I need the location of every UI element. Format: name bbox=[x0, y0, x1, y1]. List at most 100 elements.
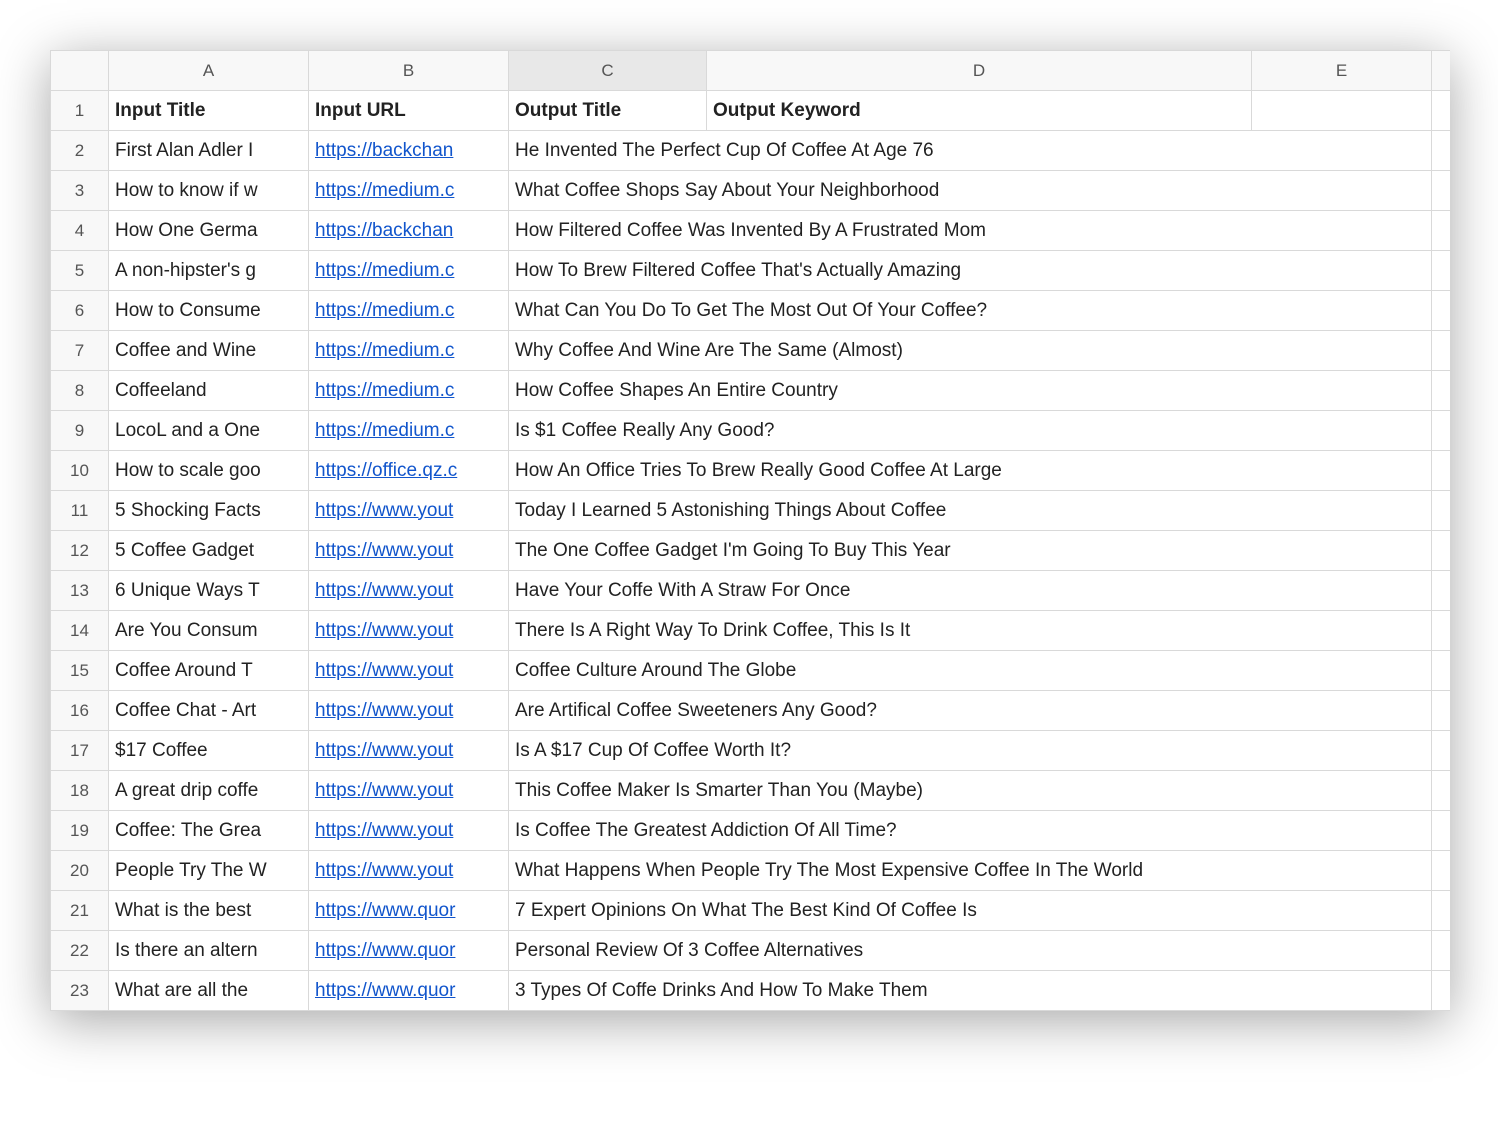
cell[interactable]: What Can You Do To Get The Most Out Of Y… bbox=[509, 291, 707, 331]
cell[interactable]: How Coffee Shapes An Entire Country bbox=[509, 371, 707, 411]
cell[interactable] bbox=[1432, 291, 1451, 331]
url-link[interactable]: https://www.yout bbox=[315, 540, 453, 561]
cell[interactable]: Why Coffee And Wine Are The Same (Almost… bbox=[509, 331, 707, 371]
row-header[interactable]: 23 bbox=[51, 971, 109, 1011]
cell[interactable] bbox=[1252, 291, 1432, 331]
cell[interactable]: A non-hipster's g bbox=[109, 251, 309, 291]
col-header-f[interactable]: F bbox=[1432, 51, 1451, 91]
cell[interactable] bbox=[1252, 651, 1432, 691]
cell[interactable] bbox=[1432, 651, 1451, 691]
cell[interactable]: He Invented The Perfect Cup Of Coffee At… bbox=[509, 131, 707, 171]
cell[interactable]: 7 Expert Opinions On What The Best Kind … bbox=[509, 891, 707, 931]
cell[interactable] bbox=[1432, 371, 1451, 411]
cell[interactable] bbox=[1432, 731, 1451, 771]
cell[interactable] bbox=[1252, 211, 1432, 251]
cell[interactable]: People Try The W bbox=[109, 851, 309, 891]
col-header-b[interactable]: B bbox=[309, 51, 509, 91]
cell[interactable]: https://www.yout bbox=[309, 571, 509, 611]
cell[interactable] bbox=[1252, 691, 1432, 731]
row-header[interactable]: 8 bbox=[51, 371, 109, 411]
cell[interactable] bbox=[1252, 131, 1432, 171]
cell[interactable] bbox=[1432, 851, 1451, 891]
cell[interactable] bbox=[707, 411, 1252, 451]
row-header[interactable]: 4 bbox=[51, 211, 109, 251]
cell[interactable]: Coffeeland bbox=[109, 371, 309, 411]
cell[interactable]: Coffee Around T bbox=[109, 651, 309, 691]
cell[interactable]: https://www.quor bbox=[309, 891, 509, 931]
cell[interactable]: First Alan Adler I bbox=[109, 131, 309, 171]
row-header[interactable]: 20 bbox=[51, 851, 109, 891]
cell[interactable] bbox=[1252, 851, 1432, 891]
url-link[interactable]: https://www.quor bbox=[315, 980, 455, 1001]
cell[interactable] bbox=[1252, 171, 1432, 211]
cell[interactable]: 5 Shocking Facts bbox=[109, 491, 309, 531]
cell[interactable]: How to Consume bbox=[109, 291, 309, 331]
url-link[interactable]: https://www.yout bbox=[315, 580, 453, 601]
cell[interactable] bbox=[1252, 251, 1432, 291]
url-link[interactable]: https://office.qz.c bbox=[315, 460, 457, 481]
cell[interactable]: LocoL and a One bbox=[109, 411, 309, 451]
cell[interactable]: Input Title bbox=[109, 91, 309, 131]
row-header[interactable]: 9 bbox=[51, 411, 109, 451]
cell[interactable]: https://www.yout bbox=[309, 491, 509, 531]
cell[interactable]: https://medium.c bbox=[309, 331, 509, 371]
url-link[interactable]: https://www.yout bbox=[315, 660, 453, 681]
url-link[interactable]: https://backchan bbox=[315, 220, 453, 241]
cell[interactable]: Coffee and Wine bbox=[109, 331, 309, 371]
cell[interactable]: https://www.yout bbox=[309, 531, 509, 571]
cell[interactable]: https://medium.c bbox=[309, 251, 509, 291]
cell[interactable]: Is there an altern bbox=[109, 931, 309, 971]
url-link[interactable]: https://www.yout bbox=[315, 780, 453, 801]
cell[interactable] bbox=[1252, 451, 1432, 491]
url-link[interactable]: https://medium.c bbox=[315, 340, 454, 361]
cell[interactable] bbox=[1432, 971, 1451, 1011]
cell[interactable]: How Filtered Coffee Was Invented By A Fr… bbox=[509, 211, 707, 251]
cell[interactable] bbox=[1432, 251, 1451, 291]
cell[interactable]: https://medium.c bbox=[309, 291, 509, 331]
cell[interactable] bbox=[1252, 411, 1432, 451]
row-header[interactable]: 14 bbox=[51, 611, 109, 651]
cell[interactable]: What Happens When People Try The Most Ex… bbox=[509, 851, 707, 891]
cell[interactable] bbox=[1432, 171, 1451, 211]
row-header[interactable]: 5 bbox=[51, 251, 109, 291]
row-header[interactable]: 11 bbox=[51, 491, 109, 531]
url-link[interactable]: https://www.yout bbox=[315, 740, 453, 761]
cell[interactable]: https://medium.c bbox=[309, 371, 509, 411]
cell[interactable] bbox=[1432, 91, 1451, 131]
cell[interactable]: Is Coffee The Greatest Addiction Of All … bbox=[509, 811, 707, 851]
cell[interactable] bbox=[1252, 331, 1432, 371]
cell[interactable]: https://www.yout bbox=[309, 611, 509, 651]
cell[interactable]: 5 Coffee Gadget bbox=[109, 531, 309, 571]
cell[interactable] bbox=[1432, 131, 1451, 171]
row-header[interactable]: 10 bbox=[51, 451, 109, 491]
cell[interactable] bbox=[1252, 811, 1432, 851]
cell[interactable] bbox=[1252, 971, 1432, 1011]
cell[interactable] bbox=[1252, 891, 1432, 931]
row-header[interactable]: 18 bbox=[51, 771, 109, 811]
cell[interactable]: How One Germa bbox=[109, 211, 309, 251]
row-header[interactable]: 3 bbox=[51, 171, 109, 211]
cell[interactable] bbox=[1252, 731, 1432, 771]
row-header[interactable]: 6 bbox=[51, 291, 109, 331]
cell[interactable]: Personal Review Of 3 Coffee Alternatives bbox=[509, 931, 707, 971]
cell[interactable]: Output Title bbox=[509, 91, 707, 131]
cell[interactable]: https://www.yout bbox=[309, 691, 509, 731]
cell[interactable]: What is the best bbox=[109, 891, 309, 931]
cell[interactable]: Is $1 Coffee Really Any Good? bbox=[509, 411, 707, 451]
cell[interactable]: What Coffee Shops Say About Your Neighbo… bbox=[509, 171, 707, 211]
cell[interactable] bbox=[1252, 611, 1432, 651]
cell[interactable]: This Coffee Maker Is Smarter Than You (M… bbox=[509, 771, 707, 811]
select-all-corner[interactable] bbox=[51, 51, 109, 91]
col-header-c[interactable]: C bbox=[509, 51, 707, 91]
url-link[interactable]: https://www.quor bbox=[315, 940, 455, 961]
cell[interactable] bbox=[1432, 331, 1451, 371]
url-link[interactable]: https://medium.c bbox=[315, 260, 454, 281]
row-header[interactable]: 7 bbox=[51, 331, 109, 371]
col-header-a[interactable]: A bbox=[109, 51, 309, 91]
cell[interactable]: A great drip coffe bbox=[109, 771, 309, 811]
cell[interactable]: How An Office Tries To Brew Really Good … bbox=[509, 451, 707, 491]
cell[interactable]: The One Coffee Gadget I'm Going To Buy T… bbox=[509, 531, 707, 571]
cell[interactable]: https://www.yout bbox=[309, 731, 509, 771]
url-link[interactable]: https://medium.c bbox=[315, 380, 454, 401]
cell[interactable] bbox=[1432, 571, 1451, 611]
